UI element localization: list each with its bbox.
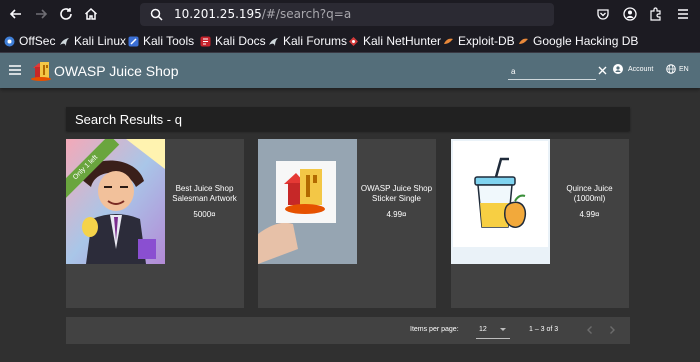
offsec-icon xyxy=(4,36,15,47)
juice-shop-logo-icon[interactable] xyxy=(29,58,53,82)
chevron-down-icon xyxy=(500,328,506,331)
url-path: /#/search?q=a xyxy=(261,7,352,21)
kali-dragon-icon xyxy=(59,36,70,47)
product-card[interactable]: Only 1 left Best Juice Shop Salesman Art… xyxy=(66,139,244,308)
account-button[interactable]: Account xyxy=(613,64,653,74)
bookmark-label: Kali Forums xyxy=(283,34,348,48)
language-button[interactable]: EN xyxy=(666,64,689,74)
product-name: Quince Juice (1000ml) xyxy=(566,184,613,203)
globe-icon xyxy=(666,64,676,74)
account-circle-icon[interactable] xyxy=(623,7,637,21)
product-card[interactable]: Quince Juice (1000ml) 4.99¤ xyxy=(451,139,629,308)
bookmark-label: Kali Tools xyxy=(143,34,195,48)
product-image[interactable]: Only 1 left xyxy=(66,139,165,264)
bookmark-label: Google Hacking DB xyxy=(533,34,639,48)
language-label: EN xyxy=(679,65,689,73)
sidenav-menu-icon[interactable] xyxy=(9,65,21,75)
search-results-header: Search Results - q xyxy=(66,107,630,131)
bookmarks-toolbar: OffSec Kali Linux Kali Tools Kali Docs K… xyxy=(0,29,700,53)
bookmark-label: Exploit-DB xyxy=(458,34,515,48)
search-input[interactable] xyxy=(508,64,596,80)
product-card[interactable]: OWASP Juice Shop Sticker Single 4.99¤ xyxy=(258,139,436,308)
product-name: OWASP Juice Shop Sticker Single xyxy=(360,184,433,203)
forward-arrow-icon[interactable] xyxy=(33,6,49,22)
bookmark-kali-linux[interactable]: Kali Linux xyxy=(59,33,126,49)
extensions-icon[interactable] xyxy=(649,7,663,21)
kali-dragon-icon xyxy=(268,36,279,47)
product-price: 5000¤ xyxy=(193,210,216,219)
close-icon[interactable] xyxy=(598,66,607,75)
bookmark-offsec[interactable]: OffSec xyxy=(4,33,55,49)
page-size-select[interactable]: 12 xyxy=(476,321,510,339)
next-page-icon[interactable] xyxy=(607,325,617,335)
bookmark-label: Kali Docs xyxy=(215,34,266,48)
kali-docs-icon xyxy=(200,36,211,47)
product-info: OWASP Juice Shop Sticker Single 4.99¤ xyxy=(357,139,436,264)
exploit-db-icon xyxy=(443,36,454,47)
app-title[interactable]: OWASP Juice Shop xyxy=(54,63,179,79)
pocket-icon[interactable] xyxy=(596,7,610,21)
items-per-page-label: Items per page: xyxy=(410,326,459,333)
search-icon xyxy=(150,8,163,21)
page-size-value: 12 xyxy=(479,326,487,333)
url-text: 10.201.25.195/#/search?q=a xyxy=(174,7,351,21)
bookmark-label: OffSec xyxy=(19,34,56,48)
page-range-label: 1 – 3 of 3 xyxy=(529,326,559,333)
product-image[interactable] xyxy=(451,139,550,264)
back-arrow-icon[interactable] xyxy=(8,6,24,22)
reload-icon[interactable] xyxy=(58,6,74,22)
product-name: Best Juice Shop Salesman Artwork xyxy=(172,184,237,203)
product-info: Best Juice Shop Salesman Artwork 5000¤ xyxy=(165,139,244,264)
bookmark-kali-forums[interactable]: Kali Forums xyxy=(268,33,347,49)
url-host: 10.201.25.195 xyxy=(174,7,262,21)
bookmark-google-hacking-db[interactable]: Google Hacking DB xyxy=(518,33,638,49)
browser-toolbar: 10.201.25.195/#/search?q=a xyxy=(0,0,700,29)
menu-icon[interactable] xyxy=(676,7,690,21)
url-bar[interactable]: 10.201.25.195/#/search?q=a xyxy=(140,3,554,26)
product-image[interactable] xyxy=(258,139,357,264)
bookmark-exploit-db[interactable]: Exploit-DB xyxy=(443,33,515,49)
kali-tools-icon xyxy=(128,36,139,47)
product-price: 4.99¤ xyxy=(386,210,407,219)
account-label: Account xyxy=(628,65,654,73)
previous-page-icon[interactable] xyxy=(585,325,595,335)
nethunter-icon xyxy=(348,36,359,47)
account-circle-icon xyxy=(613,64,623,74)
product-price: 4.99¤ xyxy=(579,210,600,219)
bookmark-kali-nethunter[interactable]: Kali NetHunter xyxy=(348,33,441,49)
bookmark-label: Kali NetHunter xyxy=(363,34,442,48)
paginator: Items per page: 12 1 – 3 of 3 xyxy=(66,317,630,344)
bookmark-label: Kali Linux xyxy=(74,34,127,48)
product-info: Quince Juice (1000ml) 4.99¤ xyxy=(550,139,629,264)
ghdb-icon xyxy=(518,36,529,47)
bookmark-kali-docs[interactable]: Kali Docs xyxy=(200,33,266,49)
home-icon[interactable] xyxy=(83,6,99,22)
page-title: Search Results - q xyxy=(75,112,182,127)
bookmark-kali-tools[interactable]: Kali Tools xyxy=(128,33,194,49)
